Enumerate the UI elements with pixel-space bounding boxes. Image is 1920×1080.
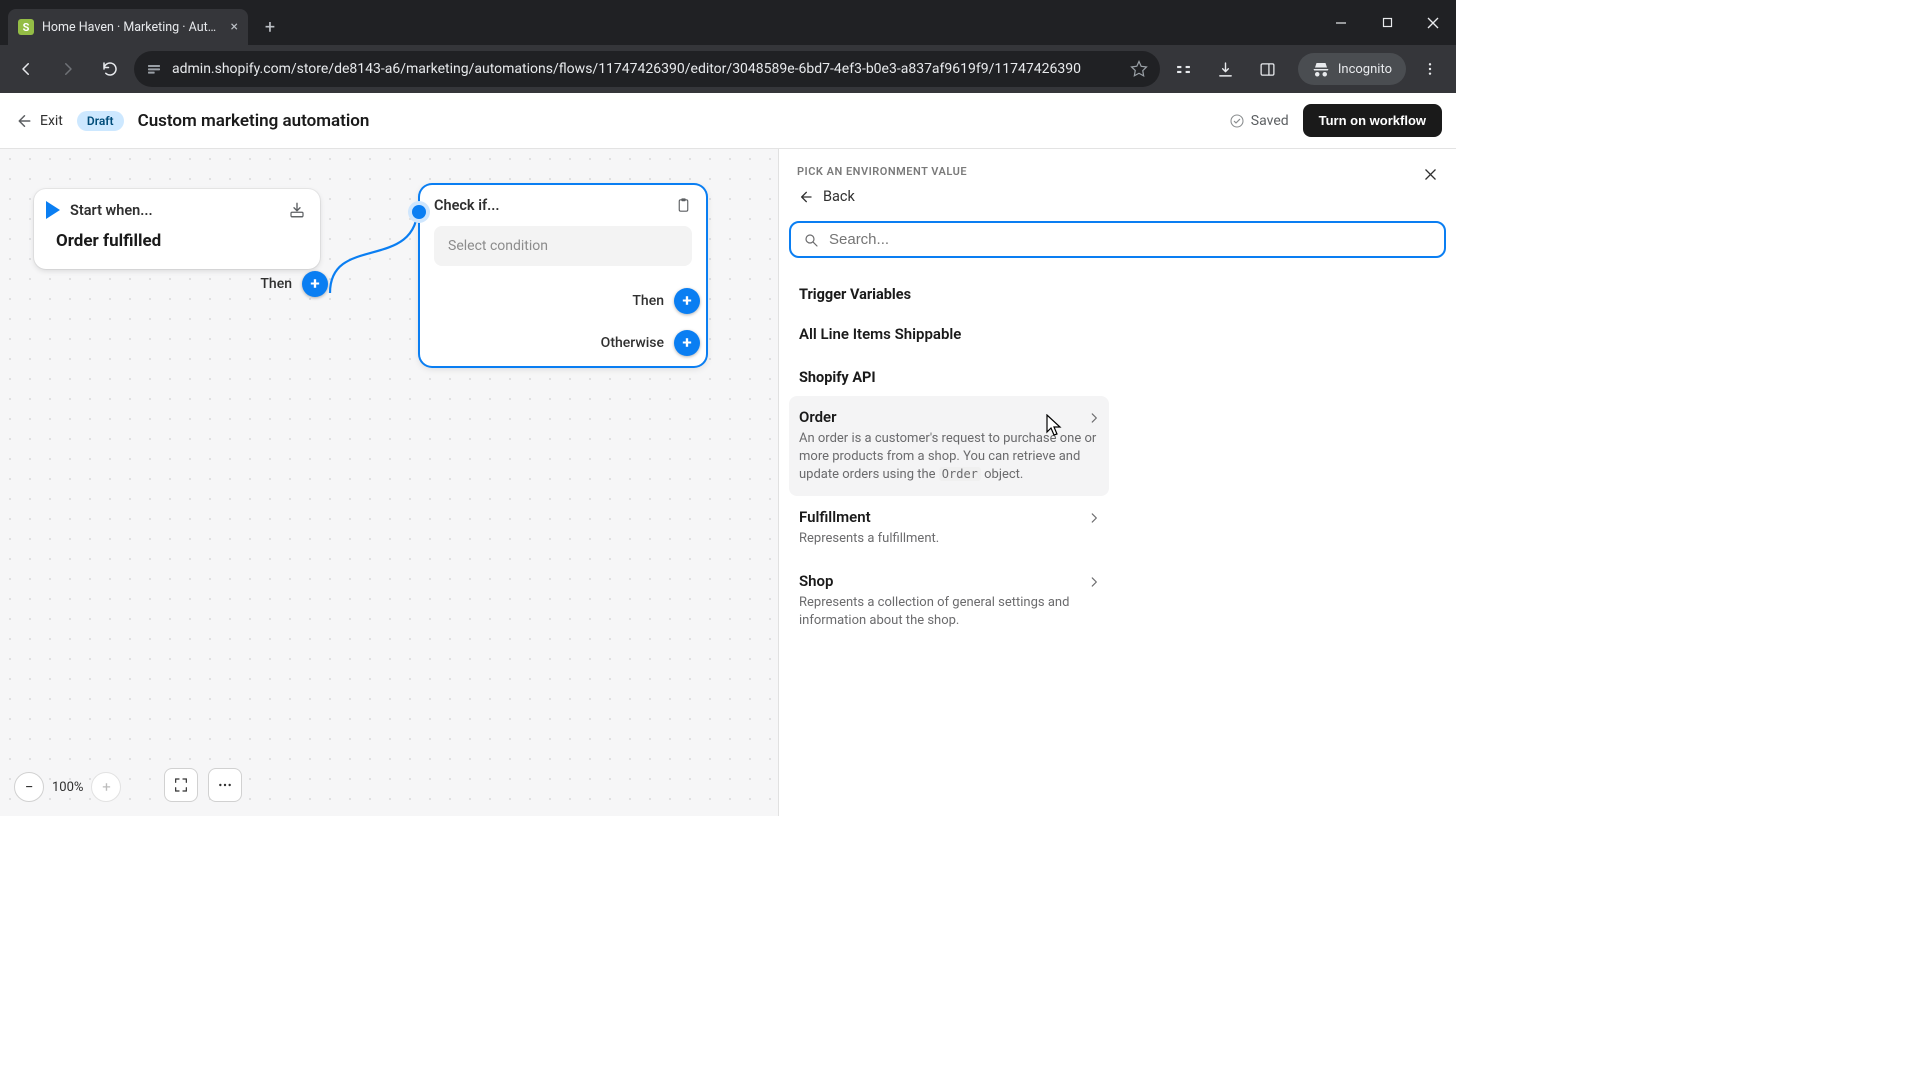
workspace: Start when... Order fulfilled Then + Che… <box>0 149 1456 816</box>
item-all-line-items-shippable[interactable]: All Line Items Shippable <box>789 313 1109 355</box>
add-then-button[interactable]: + <box>674 288 700 314</box>
add-step-button[interactable]: + <box>302 271 328 297</box>
section-trigger-variables: Trigger Variables <box>789 272 1109 313</box>
search-input[interactable] <box>829 231 1432 248</box>
clipboard-icon[interactable] <box>675 197 692 214</box>
condition-node-title: Check if... <box>434 197 499 214</box>
downloads-icon[interactable] <box>1208 51 1244 87</box>
panel-kicker: PICK AN ENVIRONMENT VALUE <box>797 165 1438 178</box>
item-title: Order <box>799 408 1099 426</box>
zoom-controls: − 100% + <box>14 772 121 802</box>
minimize-button[interactable] <box>1318 0 1364 45</box>
site-settings-icon[interactable] <box>146 61 162 77</box>
turn-on-workflow-button[interactable]: Turn on workflow <box>1303 104 1442 137</box>
shopify-favicon: S <box>18 19 34 35</box>
chevron-right-icon <box>1087 510 1101 529</box>
saved-label: Saved <box>1251 113 1289 129</box>
flow-canvas[interactable]: Start when... Order fulfilled Then + Che… <box>0 149 778 816</box>
exit-icon <box>14 112 32 130</box>
zoom-level: 100% <box>52 780 83 795</box>
search-icon <box>803 232 819 248</box>
tab-title: Home Haven · Marketing · Aut… <box>42 20 223 35</box>
item-description: Represents a fulfillment. <box>799 530 1099 548</box>
page-title: Custom marketing automation <box>138 111 370 131</box>
new-tab-button[interactable]: + <box>256 13 284 41</box>
arrow-left-icon <box>797 189 813 205</box>
browser-toolbar: admin.shopify.com/store/de8143-a6/market… <box>0 45 1456 93</box>
forward-button[interactable] <box>50 51 86 87</box>
variable-list: Trigger Variables All Line Items Shippab… <box>779 264 1119 662</box>
browser-titlebar: S Home Haven · Marketing · Aut… × + <box>0 0 1456 45</box>
item-fulfillment[interactable]: Fulfillment Represents a fulfillment. <box>789 496 1109 560</box>
canvas-tools <box>164 768 242 802</box>
item-title: Shop <box>799 572 1099 590</box>
then-label: Then <box>260 276 292 292</box>
chevron-right-icon <box>1087 410 1101 429</box>
close-panel-button[interactable] <box>1419 163 1442 190</box>
condition-node[interactable]: Check if... Select condition Then + Othe… <box>420 185 706 366</box>
select-condition-field[interactable]: Select condition <box>434 226 692 266</box>
item-title: All Line Items Shippable <box>799 325 1099 343</box>
node-input-port <box>412 205 426 219</box>
browser-menu-icon[interactable] <box>1412 51 1448 87</box>
app-header: Exit Draft Custom marketing automation S… <box>0 93 1456 149</box>
check-circle-icon <box>1229 113 1245 129</box>
close-tab-icon[interactable]: × <box>231 19 238 35</box>
add-otherwise-button[interactable]: + <box>674 330 700 356</box>
window-controls <box>1318 0 1456 45</box>
zoom-in-button[interactable]: + <box>91 772 121 802</box>
item-title: Fulfillment <box>799 508 1099 526</box>
url-text: admin.shopify.com/store/de8143-a6/market… <box>172 61 1120 77</box>
item-order[interactable]: Order An order is a customer's request t… <box>789 396 1109 496</box>
incognito-label: Incognito <box>1338 62 1392 77</box>
start-node[interactable]: Start when... Order fulfilled Then + <box>34 189 320 269</box>
exit-button[interactable]: Exit <box>14 112 63 130</box>
chevron-right-icon <box>1087 574 1101 593</box>
extensions-icon[interactable] <box>1166 51 1202 87</box>
item-description: An order is a customer's request to purc… <box>799 430 1099 484</box>
zoom-out-button[interactable]: − <box>14 772 44 802</box>
connector-line <box>322 193 422 323</box>
address-bar[interactable]: admin.shopify.com/store/de8143-a6/market… <box>134 51 1160 87</box>
item-shop[interactable]: Shop Represents a collection of general … <box>789 560 1109 642</box>
otherwise-label: Otherwise <box>601 335 664 351</box>
variable-picker-panel: PICK AN ENVIRONMENT VALUE Back Trigger V… <box>778 149 1456 816</box>
exit-label: Exit <box>40 113 63 129</box>
maximize-button[interactable] <box>1364 0 1410 45</box>
sidepanel-icon[interactable] <box>1250 51 1286 87</box>
import-icon[interactable] <box>288 201 306 219</box>
panel-back-button[interactable]: Back <box>797 188 1438 205</box>
more-actions-button[interactable] <box>208 768 242 802</box>
incognito-icon <box>1312 60 1330 78</box>
browser-tab[interactable]: S Home Haven · Marketing · Aut… × <box>8 9 248 45</box>
play-icon <box>46 201 60 219</box>
draft-badge: Draft <box>77 111 124 131</box>
back-button[interactable] <box>8 51 44 87</box>
close-window-button[interactable] <box>1410 0 1456 45</box>
section-shopify-api: Shopify API <box>789 355 1109 396</box>
reload-button[interactable] <box>92 51 128 87</box>
bookmark-star-icon[interactable] <box>1130 60 1148 78</box>
saved-status: Saved <box>1229 113 1289 129</box>
fit-view-button[interactable] <box>164 768 198 802</box>
back-label: Back <box>823 188 855 205</box>
item-description: Represents a collection of general setti… <box>799 594 1099 630</box>
then-label-2: Then <box>632 293 664 309</box>
start-node-title: Start when... <box>70 202 153 219</box>
search-field[interactable] <box>789 221 1446 258</box>
incognito-chip[interactable]: Incognito <box>1298 53 1406 85</box>
